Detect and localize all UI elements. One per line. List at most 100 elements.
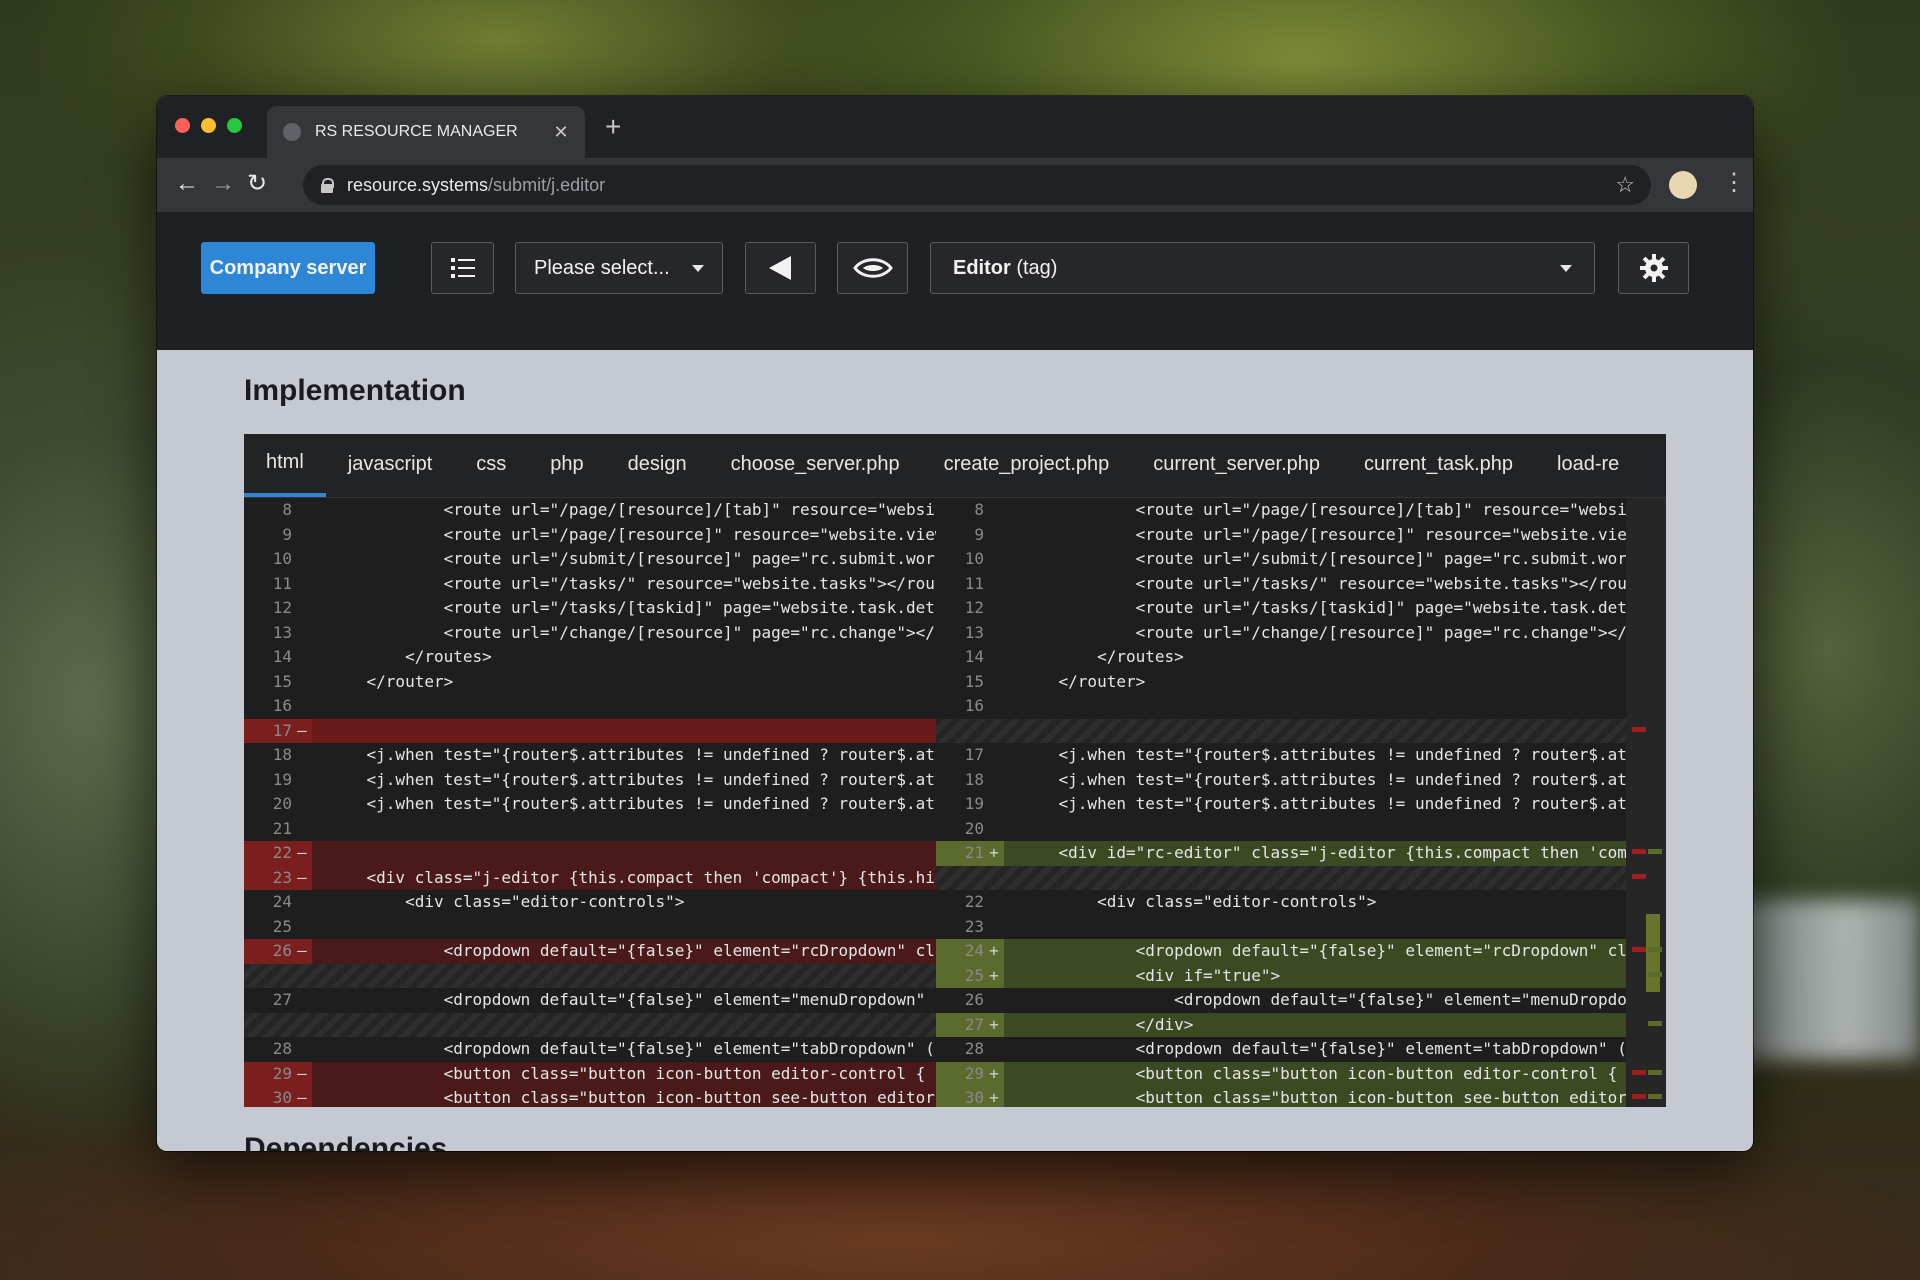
diff-line: 17 <j.when test="{router$.attributes != … xyxy=(936,743,1626,768)
line-number: 10 xyxy=(272,549,292,568)
code-text: <j.when test="{router$.attributes != und… xyxy=(328,769,936,789)
editor-select-name: Editor xyxy=(953,256,1011,279)
new-tab-icon[interactable]: + xyxy=(605,112,621,142)
settings-button[interactable] xyxy=(1618,242,1689,294)
browser-menu-icon[interactable]: ⋮ xyxy=(1722,168,1746,197)
preview-button[interactable] xyxy=(837,242,908,294)
diff-viewer: html javascript css php design choose_server.… xyxy=(244,434,1666,1107)
reload-icon[interactable]: ↻ xyxy=(247,170,267,198)
diff-line: 20 <j.when test="{router$.attributes != … xyxy=(244,792,936,817)
diff-line: 24 <div class="editor-controls"> xyxy=(244,890,936,915)
page-select[interactable]: Please select... xyxy=(515,242,723,294)
line-number: 16 xyxy=(272,696,292,715)
change-marker: – xyxy=(292,939,312,964)
code-text: <button class="button icon-button editor… xyxy=(328,1063,936,1083)
change-marker: – xyxy=(292,865,312,890)
addition-marker xyxy=(1648,1020,1662,1026)
diff-line: 17– xyxy=(244,718,936,743)
back-button[interactable] xyxy=(745,242,816,294)
diff-line: 21 xyxy=(244,817,936,842)
code-text: <route url="/tasks/[taskid]" page="websi… xyxy=(1020,598,1626,617)
diff-line: 14 </routes> xyxy=(244,645,936,670)
page-content: Implementation html javascript css php desig… xyxy=(157,350,1753,1151)
file-tab[interactable]: php xyxy=(528,434,605,497)
line-number: 21 xyxy=(936,841,984,866)
line-number: 24 xyxy=(272,892,292,911)
window-controls xyxy=(175,118,242,133)
line-number: 8 xyxy=(974,500,984,519)
company-server-button[interactable]: Company server xyxy=(201,242,375,294)
diff-line: 10 <route url="/submit/[resource]" page=… xyxy=(936,547,1626,572)
code-text: <dropdown default="{false}" element="men… xyxy=(1020,990,1626,1009)
editor-select[interactable]: Editor (tag) xyxy=(930,242,1595,294)
line-number: 12 xyxy=(272,598,292,617)
diff-line: 19 <j.when test="{router$.attributes != … xyxy=(936,792,1626,817)
line-number: 9 xyxy=(282,524,292,544)
file-tab[interactable]: design xyxy=(606,434,709,497)
minimize-window-button[interactable] xyxy=(201,118,216,133)
diff-line: 25 xyxy=(244,915,936,940)
line-number: 17 xyxy=(964,745,984,764)
line-number: 25 xyxy=(936,963,984,988)
line-number: 14 xyxy=(272,647,292,666)
close-window-button[interactable] xyxy=(175,118,190,133)
diff-line: 27 + </div> xyxy=(936,1012,1626,1037)
diff-line: 8 <route url="/page/[resource]/[tab]" re… xyxy=(936,498,1626,523)
forward-arrow-icon[interactable]: → xyxy=(211,170,235,198)
file-tab-strip: html javascript css php design choose_server.… xyxy=(244,434,1666,498)
line-number: 14 xyxy=(964,647,984,666)
code-text: <dropdown default="{false}" element="rcD… xyxy=(1020,941,1626,960)
file-tab[interactable]: html xyxy=(244,434,326,497)
code-text: </routes> xyxy=(328,647,492,666)
profile-avatar[interactable] xyxy=(1669,171,1697,199)
file-tab[interactable]: javascript xyxy=(326,434,454,497)
line-number: 23 xyxy=(244,865,292,890)
browser-window: RS RESOURCE MANAGER ✕ + ← → ↻ resource.s… xyxy=(157,96,1753,1151)
page-select-value: Please select... xyxy=(534,256,670,279)
close-tab-icon[interactable]: ✕ xyxy=(551,122,571,143)
line-number: 13 xyxy=(964,622,984,642)
line-number: 11 xyxy=(272,573,292,593)
diff-line: 28 <dropdown default="{false}" element="… xyxy=(244,1037,936,1062)
file-tab[interactable]: choose_server.php xyxy=(709,434,922,497)
change-marker: + xyxy=(984,939,1004,964)
diff-pane-original[interactable]: 8 <route url="/page/[resource]/[tab]" re… xyxy=(244,498,936,1107)
file-tab[interactable]: css xyxy=(454,434,528,497)
change-marker: + xyxy=(984,1012,1004,1037)
file-tab[interactable]: current_server.php xyxy=(1131,434,1342,497)
diff-line: 13 <route url="/change/[resource]" page=… xyxy=(244,621,936,646)
bookmark-star-icon[interactable]: ☆ xyxy=(1615,172,1635,198)
diff-pane-modified[interactable]: 8 <route url="/page/[resource]/[tab]" re… xyxy=(936,498,1626,1107)
code-text: <dropdown default="{false}" element="tab… xyxy=(1020,1039,1626,1058)
gear-icon xyxy=(1639,254,1668,282)
diff-overview-ruler[interactable] xyxy=(1626,498,1666,1107)
back-arrow-icon[interactable]: ← xyxy=(175,170,199,198)
file-tab[interactable]: current_task.php xyxy=(1342,434,1535,497)
maximize-window-button[interactable] xyxy=(227,118,242,133)
list-button[interactable] xyxy=(431,242,494,294)
code-text: <button class="button icon-button see-bu… xyxy=(1020,1088,1626,1107)
diff-line: 10 <route url="/submit/[resource]" page=… xyxy=(244,547,936,572)
diff-line: 18 <j.when test="{router$.attributes != … xyxy=(244,743,936,768)
line-number: 30 xyxy=(244,1086,292,1107)
line-number: 10 xyxy=(964,549,984,568)
browser-tab-title: RS RESOURCE MANAGER xyxy=(315,123,518,140)
code-text: <route url="/page/[resource]/[tab]" reso… xyxy=(1020,500,1626,519)
browser-toolbar: ← → ↻ resource.systems/submit/j.editor ☆… xyxy=(157,158,1753,212)
code-text: <dropdown default="{false}" element="rcD… xyxy=(328,941,936,960)
address-bar[interactable]: resource.systems/submit/j.editor ☆ xyxy=(303,165,1651,205)
file-tab[interactable]: load-re xyxy=(1535,434,1641,497)
list-icon xyxy=(450,258,475,278)
change-marker: – xyxy=(292,718,312,743)
diff-line: 14 </routes> xyxy=(936,645,1626,670)
file-tab[interactable]: create_project.php xyxy=(922,434,1132,497)
line-number: 24 xyxy=(936,939,984,964)
code-text: </router> xyxy=(328,671,454,691)
diff-line: 8 <route url="/page/[resource]/[tab]" re… xyxy=(244,498,936,523)
chevron-down-icon xyxy=(1560,264,1572,272)
scrollbar-thumb[interactable] xyxy=(1646,914,1660,992)
browser-tab[interactable]: RS RESOURCE MANAGER ✕ xyxy=(267,106,585,158)
diff-line: 11 <route url="/tasks/" resource="websit… xyxy=(936,572,1626,597)
code-text: <route url="/submit/[resource]" page="rc… xyxy=(328,549,936,568)
deletion-marker xyxy=(1632,1094,1646,1099)
